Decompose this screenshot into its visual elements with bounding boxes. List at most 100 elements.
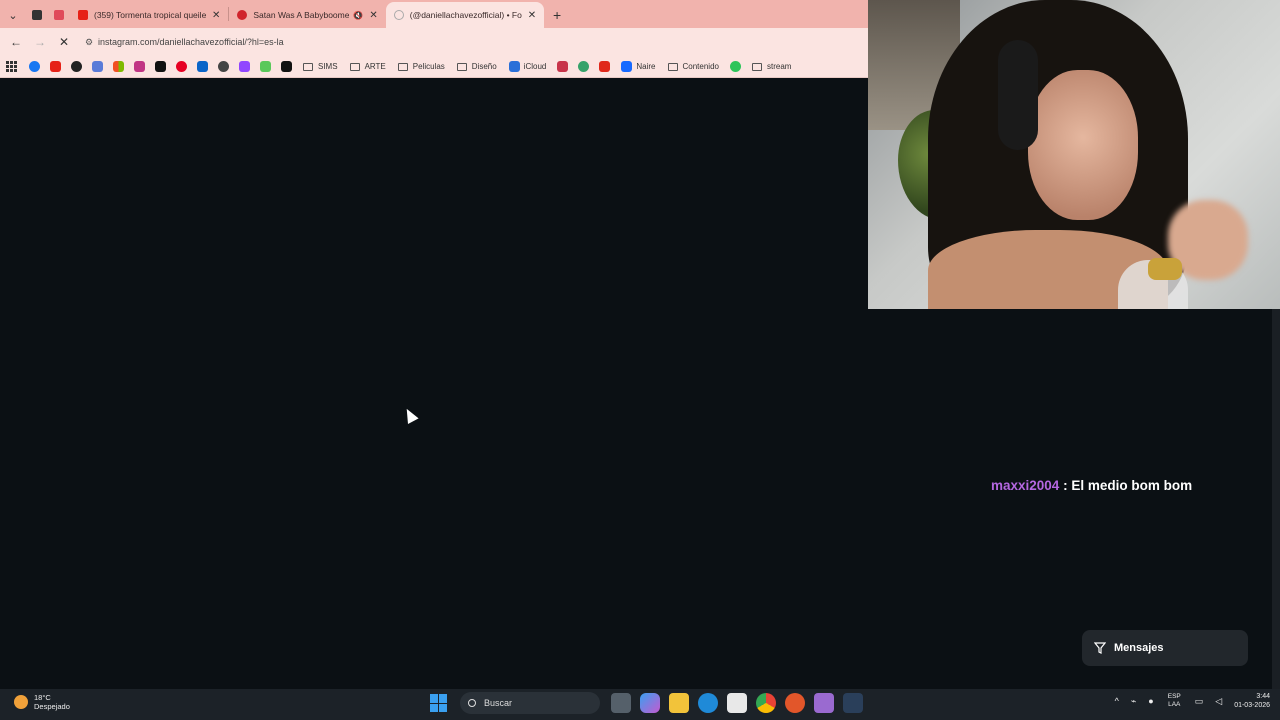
chat-username[interactable]: maxxi2004 [991, 478, 1059, 493]
webcam-feed [868, 0, 1280, 309]
adobe-icon[interactable] [599, 61, 611, 72]
taskbar-apps: Buscar [424, 692, 867, 714]
bookmark-naire[interactable]: Naire [621, 61, 656, 72]
youtube-icon[interactable] [50, 61, 61, 72]
lang-layout: LAA [1168, 701, 1181, 708]
pinterest-icon[interactable] [176, 61, 187, 72]
tab-instagram[interactable]: (@daniellachavezofficial) • Foto... ✕ [385, 2, 545, 28]
page-content[interactable] [0, 79, 868, 689]
taskbar-search[interactable]: Buscar [460, 692, 600, 714]
pocket-icon [32, 10, 42, 20]
app-icon[interactable] [557, 61, 569, 72]
mail-icon[interactable] [92, 61, 103, 72]
microphone-icon[interactable]: ● [1148, 696, 1153, 706]
close-icon[interactable]: ✕ [369, 10, 377, 21]
url-text: instagram.com/daniellachavezofficial/?hl… [98, 37, 284, 47]
new-tab-button[interactable]: + [544, 2, 570, 28]
twitch-icon[interactable] [239, 61, 250, 72]
mute-icon[interactable]: 🔇 [353, 11, 363, 20]
tab-pinterest[interactable]: Satan Was A Babyboomer | 🔇 ✕ [229, 2, 385, 28]
tab-youtube[interactable]: (359) Tormenta tropical queile... ✕ [70, 2, 228, 28]
stop-loading-button[interactable]: ✕ [52, 30, 76, 54]
task-view-icon[interactable] [610, 693, 631, 713]
bookmark-folder-arte[interactable]: ARTE [349, 62, 386, 71]
bookmark-label: stream [766, 62, 792, 71]
chat-message: maxxi2004 : El medio bom bom [991, 478, 1192, 493]
chrome-icon[interactable] [755, 693, 776, 713]
store-icon[interactable] [726, 693, 747, 713]
address-bar[interactable]: ⚙ instagram.com/daniellachavezofficial/?… [80, 32, 862, 52]
tab-pinned[interactable] [26, 2, 48, 28]
volume-icon[interactable]: ◁ [1215, 696, 1222, 707]
bookmark-label: Peliculas [412, 62, 445, 71]
folder-icon [667, 62, 678, 71]
chatgpt-icon[interactable] [218, 61, 229, 72]
bookmark-icloud[interactable]: iCloud [508, 61, 547, 72]
tumblr-icon[interactable] [71, 61, 82, 72]
app-icon[interactable] [260, 61, 271, 72]
bookmark-label: Diseño [471, 62, 497, 71]
folder-icon [751, 62, 762, 71]
forward-button[interactable]: → [28, 30, 52, 54]
outlook-icon[interactable] [197, 61, 208, 72]
tab-pinned-2[interactable] [48, 2, 70, 28]
apps-grid-icon[interactable] [6, 60, 18, 73]
instagram-icon[interactable] [134, 61, 145, 72]
app-icon[interactable] [729, 61, 741, 72]
tiktok-icon[interactable] [281, 61, 292, 72]
bookmark-folder-diseno[interactable]: Diseño [456, 62, 497, 71]
bookmarks-bar: SIMS ARTE Peliculas Diseño iCloud Naire … [0, 56, 868, 78]
messages-label: Mensajes [1114, 642, 1164, 654]
bookmark-folder-stream[interactable]: stream [751, 62, 792, 71]
bookmark-folder-contenido[interactable]: Contenido [667, 62, 719, 71]
search-placeholder: Buscar [484, 698, 513, 708]
bookmark-label: iCloud [523, 62, 547, 71]
screen: ⌄ (359) Tormenta tropical queile... ✕ Sa… [0, 0, 1280, 720]
steam-icon[interactable] [842, 693, 863, 713]
chat-separator: : [1059, 478, 1072, 493]
edge-icon[interactable] [697, 693, 718, 713]
filter-icon [1094, 642, 1106, 654]
app-icon[interactable] [784, 693, 805, 713]
copilot-icon[interactable] [639, 693, 660, 713]
close-icon[interactable]: ✕ [528, 10, 536, 21]
weather-condition: Despejado [34, 702, 70, 711]
x-icon[interactable] [155, 61, 166, 72]
weather-widget[interactable]: 18°C Despejado [14, 693, 70, 711]
chevron-up-icon[interactable]: ^ [1115, 696, 1119, 706]
microsoft-icon[interactable] [113, 61, 124, 72]
loading-icon [393, 10, 404, 20]
app-icon[interactable] [578, 61, 590, 72]
file-explorer-icon[interactable] [668, 693, 689, 713]
bookmark-folder-sims[interactable]: SIMS [303, 62, 338, 71]
messages-button[interactable]: Mensajes [1082, 630, 1248, 666]
time: 3:44 [1256, 693, 1270, 700]
browser-toolbar: ← → ✕ ⚙ instagram.com/daniellachavezoffi… [0, 28, 868, 56]
webcam-face [1028, 70, 1138, 220]
system-tray: ^ ⌁ ● ESP LAA ▭ ◁ 3:44 01-03-2026 [1109, 692, 1270, 710]
behance-icon [621, 61, 633, 72]
bookmark-folder-peliculas[interactable]: Peliculas [397, 62, 445, 71]
folder-icon [397, 62, 408, 71]
close-icon[interactable]: ✕ [212, 10, 220, 21]
tab-bar: ⌄ (359) Tormenta tropical queile... ✕ Sa… [0, 0, 868, 28]
windows-start-icon[interactable] [430, 694, 448, 712]
bookmark-label: Naire [636, 62, 656, 71]
icloud-icon [508, 61, 520, 72]
youtube-icon [78, 10, 88, 20]
lang-code: ESP [1167, 693, 1181, 700]
date: 01-03-2026 [1234, 702, 1270, 709]
site-info-icon[interactable]: ⚙ [80, 37, 98, 48]
network-icon[interactable]: ⌁ [1131, 696, 1136, 707]
app-icon[interactable] [813, 693, 834, 713]
language-indicator[interactable]: ESP LAA [1168, 693, 1181, 709]
webcam-bottle-cap [1148, 258, 1182, 280]
pocket-icon [54, 10, 64, 20]
display-icon[interactable]: ▭ [1195, 696, 1204, 707]
clock[interactable]: 3:44 01-03-2026 [1234, 692, 1270, 710]
chat-scrollbar[interactable] [1272, 309, 1280, 689]
tab-search-chevron-icon[interactable]: ⌄ [0, 2, 26, 28]
facebook-icon[interactable] [29, 61, 40, 72]
back-button[interactable]: ← [4, 30, 28, 54]
tab-title: Satan Was A Babyboomer | [253, 10, 350, 20]
